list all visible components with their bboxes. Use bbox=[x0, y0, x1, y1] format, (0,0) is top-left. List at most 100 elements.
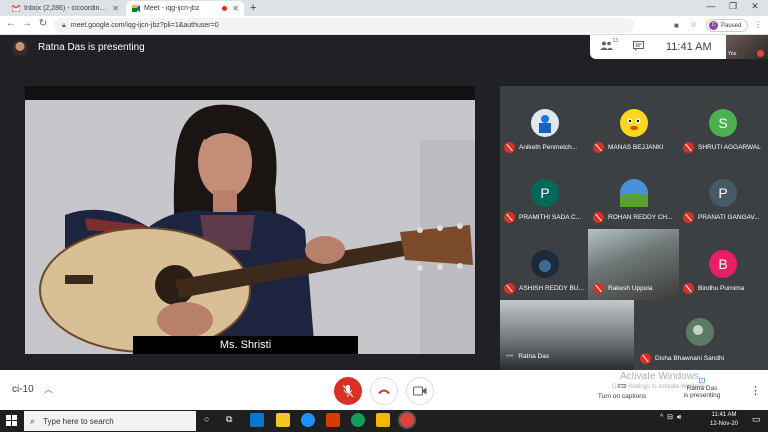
video-camera-icon bbox=[413, 386, 427, 396]
recording-indicator-icon bbox=[222, 6, 228, 11]
camera-toggle-button[interactable] bbox=[406, 377, 434, 405]
list-item[interactable]: MANAS BEJJANKI bbox=[593, 142, 663, 153]
tab-meet[interactable]: Meet - iqg-ijcn-jbz ✕ bbox=[126, 1, 244, 16]
speaking-indicator-icon: ••• bbox=[506, 353, 514, 360]
reload-icon[interactable]: ↻ bbox=[36, 18, 50, 29]
mic-off-icon bbox=[343, 385, 353, 397]
participant-name: Ratna Das bbox=[518, 353, 550, 360]
lock-icon: 🔒︎ bbox=[62, 21, 66, 29]
list-item[interactable]: PRANATI GANGAV... bbox=[683, 212, 760, 223]
list-item[interactable]: Bindhu Purnima bbox=[683, 283, 744, 294]
self-muted-icon bbox=[757, 50, 764, 57]
meeting-details-button[interactable]: ci-10 ︿ bbox=[12, 384, 52, 395]
participant-name: ROHAN REDDY CH... bbox=[608, 214, 673, 221]
close-tab-icon[interactable]: ✕ bbox=[232, 4, 239, 13]
windows-start-icon[interactable] bbox=[6, 415, 17, 426]
participant-avatar: P bbox=[709, 179, 737, 207]
taskbar-date: 12-Nov-20 bbox=[709, 421, 738, 427]
participant-name: Rakesh Uppula bbox=[608, 285, 653, 292]
more-options-icon[interactable]: ⋮ bbox=[750, 384, 761, 397]
closed-captions-icon: ▭ bbox=[617, 380, 627, 390]
participant-name: Disha Bhawnani Sandhi bbox=[655, 355, 725, 362]
tab-gmail-inbox[interactable]: Inbox (2,286) - cicoordinator@ ✕ bbox=[6, 1, 124, 16]
url-bar[interactable]: 🔒︎ meet.google.com/iqg-ijcn-jbz?pli=1&au… bbox=[54, 18, 634, 33]
edge-icon[interactable] bbox=[351, 413, 365, 427]
participant-name: SHRUTI AGGARWAL bbox=[698, 144, 761, 151]
captions-button[interactable]: ▭ Turn on captions bbox=[596, 380, 648, 400]
new-tab-button[interactable]: + bbox=[250, 2, 256, 14]
participant-avatar: P bbox=[531, 179, 559, 207]
presenting-line2: is presenting bbox=[683, 392, 721, 399]
presenting-label: Ratna Das is presenting bbox=[38, 42, 145, 53]
notifications-icon[interactable]: ▭ bbox=[752, 414, 761, 425]
gmail-icon bbox=[11, 4, 21, 13]
powerpoint-icon[interactable] bbox=[326, 413, 340, 427]
chat-icon[interactable] bbox=[633, 40, 644, 54]
chevron-up-icon: ︿ bbox=[44, 385, 53, 394]
list-item[interactable]: ••• Ratna Das bbox=[506, 353, 549, 360]
muted-mic-icon bbox=[593, 212, 604, 223]
leave-call-button[interactable] bbox=[370, 377, 398, 405]
outlook-icon[interactable] bbox=[250, 413, 264, 427]
taskbar-clock[interactable]: 11:41 AM 12-Nov-20 bbox=[702, 411, 746, 429]
participant-avatar bbox=[531, 250, 559, 278]
participant-name: ASHISH REDDY BU... bbox=[519, 285, 584, 292]
hang-up-icon bbox=[378, 389, 390, 394]
presentation-video bbox=[25, 100, 475, 354]
presentation-button[interactable]: ⊡ Ratna Das is presenting bbox=[672, 376, 732, 399]
system-tray[interactable]: ^ ⊟ 🔊︎ bbox=[660, 413, 681, 422]
participant-avatar bbox=[620, 109, 648, 137]
muted-mic-icon bbox=[683, 142, 694, 153]
camera-in-use-icon[interactable]: ■ bbox=[674, 21, 679, 30]
captions-label: Turn on captions bbox=[597, 393, 647, 400]
minimize-icon[interactable]: — bbox=[700, 1, 722, 11]
bookmark-star-icon[interactable]: ☆ bbox=[690, 20, 697, 29]
close-tab-icon[interactable]: ✕ bbox=[112, 4, 119, 13]
participant-name: Aniketh Penmetch... bbox=[519, 144, 578, 151]
muted-mic-icon bbox=[683, 283, 694, 294]
taskbar-search-box[interactable]: ⌕ Type here to search bbox=[24, 411, 196, 431]
task-view-icon[interactable]: ⧉ bbox=[226, 414, 232, 425]
cortana-icon[interactable]: ○ bbox=[204, 414, 209, 424]
url-text: meet.google.com/iqg-ijcn-jbz?pli=1&authu… bbox=[70, 22, 219, 29]
muted-mic-icon bbox=[504, 212, 515, 223]
back-icon[interactable]: ← bbox=[4, 18, 18, 29]
participant-avatar bbox=[686, 318, 714, 346]
tab-title: Inbox (2,286) - cicoordinator@ bbox=[24, 5, 107, 12]
taskbar-time: 11:41 AM bbox=[711, 412, 737, 418]
meeting-code: ci-10 bbox=[12, 384, 34, 395]
internet-explorer-icon[interactable] bbox=[301, 413, 315, 427]
meet-icon bbox=[132, 5, 140, 12]
list-item[interactable]: Disha Bhawnani Sandhi bbox=[640, 353, 724, 364]
guitarist-illustration bbox=[25, 100, 475, 354]
search-placeholder: Type here to search bbox=[43, 416, 114, 426]
forward-icon[interactable]: → bbox=[20, 18, 34, 29]
restore-icon[interactable]: ❐ bbox=[722, 1, 744, 12]
list-item[interactable]: ASHISH REDDY BU... bbox=[504, 283, 584, 294]
participant-name: PRANATI GANGAV... bbox=[698, 214, 760, 221]
file-explorer-icon[interactable] bbox=[276, 413, 290, 427]
chrome-icon[interactable] bbox=[400, 413, 414, 427]
list-item[interactable]: Aniketh Penmetch... bbox=[504, 142, 577, 153]
meeting-clock: 11:41 AM bbox=[666, 41, 712, 53]
sticky-notes-icon[interactable] bbox=[376, 413, 390, 427]
window-close-icon[interactable]: ✕ bbox=[744, 1, 766, 12]
tab-title: Meet - iqg-ijcn-jbz bbox=[144, 5, 200, 12]
profile-button[interactable]: C Paused bbox=[706, 19, 748, 32]
participant-avatar: S bbox=[709, 109, 737, 137]
present-screen-icon: ⊡ bbox=[698, 376, 706, 385]
list-item[interactable]: Rakesh Uppula bbox=[593, 283, 652, 294]
browser-menu-icon[interactable]: ⋮ bbox=[754, 20, 762, 29]
avatar: C bbox=[709, 21, 718, 30]
muted-mic-icon bbox=[504, 283, 515, 294]
muted-mic-icon bbox=[683, 212, 694, 223]
microphone-toggle-button[interactable] bbox=[334, 377, 362, 405]
list-item[interactable]: ROHAN REDDY CH... bbox=[593, 212, 673, 223]
participant-name: PRAMITHI SADA C... bbox=[519, 214, 582, 221]
list-item[interactable]: SHRUTI AGGARWAL bbox=[683, 142, 761, 153]
muted-mic-icon bbox=[504, 142, 515, 153]
list-item[interactable]: PRAMITHI SADA C... bbox=[504, 212, 581, 223]
participant-name: MANAS BEJJANKI bbox=[608, 144, 664, 151]
muted-mic-icon bbox=[593, 283, 604, 294]
people-icon[interactable]: 13 bbox=[600, 38, 618, 53]
